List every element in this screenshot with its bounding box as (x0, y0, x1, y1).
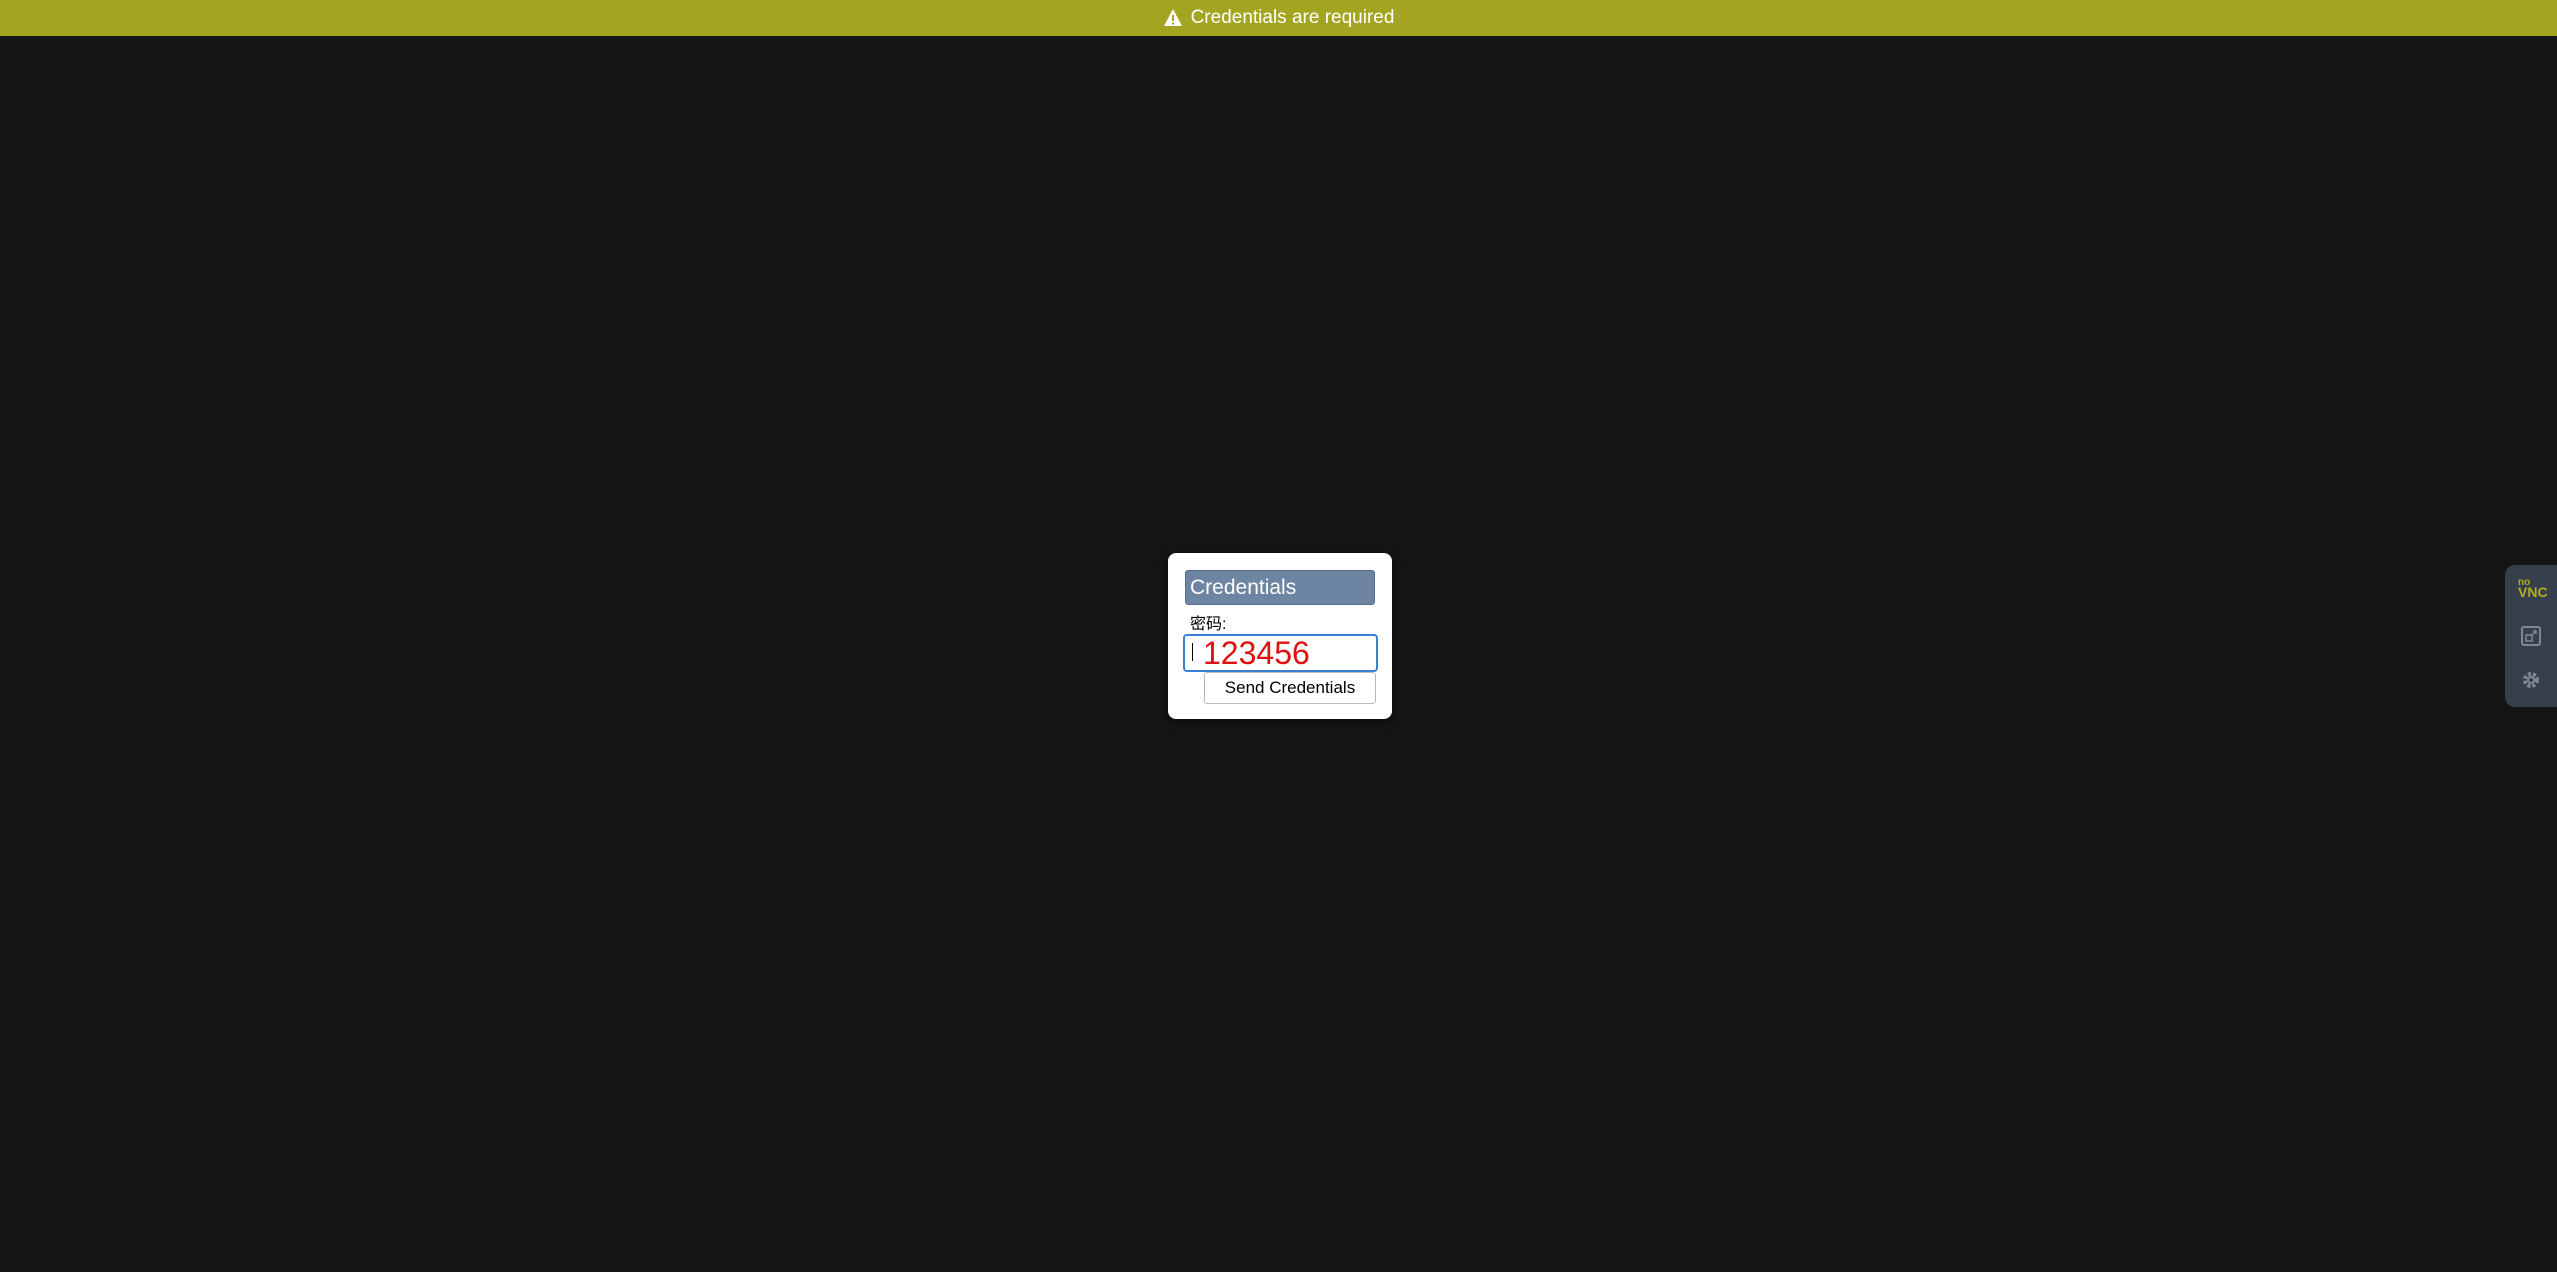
status-bar: Credentials are required (0, 0, 2557, 36)
password-input[interactable] (1183, 634, 1378, 672)
dialog-title: Credentials (1185, 570, 1375, 605)
warning-icon (1163, 9, 1182, 26)
send-credentials-button[interactable]: Send Credentials (1204, 672, 1376, 704)
password-label: 密码: (1190, 616, 1227, 633)
logo-vnc-text: VNC (2518, 584, 2548, 600)
text-caret (1192, 643, 1193, 661)
credentials-dialog: Credentials 密码: Send Credentials (1168, 553, 1392, 719)
gear-icon[interactable] (2519, 668, 2543, 692)
fullscreen-icon[interactable] (2519, 624, 2543, 648)
novnc-logo[interactable]: no VNC (2516, 575, 2552, 603)
status-message: Credentials are required (1190, 7, 1395, 28)
control-bar: no VNC (2505, 565, 2557, 707)
